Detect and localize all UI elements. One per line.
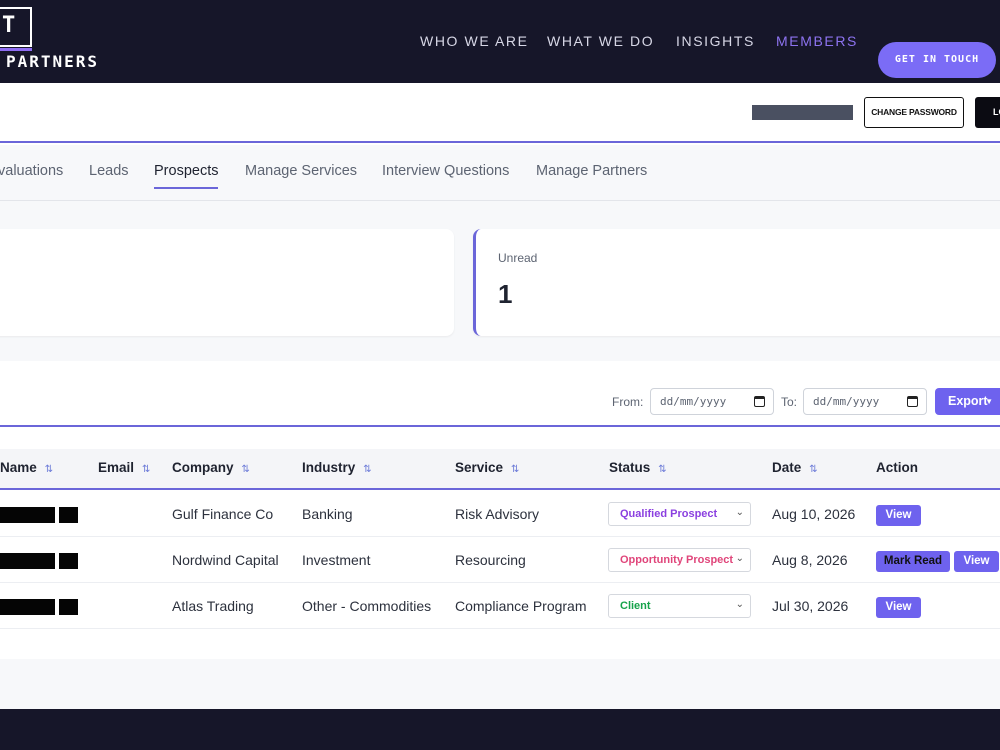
tab-interview-questions[interactable]: Interview Questions [382, 163, 509, 179]
stat-card-unread: Unread 1 [473, 229, 1000, 336]
redacted-name [0, 599, 55, 615]
from-date-input[interactable]: dd/mm/yyyy [650, 388, 774, 415]
column-industry[interactable]: Industry ⇅ [302, 460, 372, 475]
sort-icon[interactable]: ⇅ [809, 464, 817, 475]
column-name[interactable]: Name ⇅ [0, 460, 53, 475]
filter-bar: From: dd/mm/yyyy To: dd/mm/yyyy Export ▼ [0, 361, 1000, 427]
to-date-placeholder: dd/mm/yyyy [813, 395, 880, 408]
to-date-input[interactable]: dd/mm/yyyy [803, 388, 927, 415]
tab-manage-services[interactable]: Manage Services [245, 163, 357, 179]
caret-down-icon: ▼ [985, 397, 993, 406]
date-cell: Jul 30, 2026 [772, 598, 849, 614]
stat-card-total [0, 229, 454, 336]
nav-members[interactable]: MEMBERS [776, 33, 858, 49]
industry-cell: Other - Commodities [302, 598, 432, 614]
site-header: T PARTNERS WHO WE ARE WHAT WE DO INSIGHT… [0, 0, 1000, 83]
status-value: Opportunity Prospect [620, 554, 734, 566]
nav-insights[interactable]: INSIGHTS [676, 33, 755, 49]
sort-icon[interactable]: ⇅ [242, 464, 250, 475]
get-in-touch-button[interactable]: GET IN TOUCH [878, 42, 996, 78]
status-value: Client [620, 600, 651, 612]
view-button[interactable]: View [954, 551, 999, 572]
table-header: Name ⇅ Email ⇅ Company ⇅ Industry ⇅ Service ⇅… [0, 449, 1000, 490]
sort-icon[interactable]: ⇅ [363, 464, 371, 475]
status-value: Qualified Prospect [620, 508, 718, 520]
table-row: Nordwind Capital Investment Resourcing O… [0, 537, 1000, 583]
mark-read-button[interactable]: Mark Read [876, 551, 950, 572]
view-button[interactable]: View [876, 505, 921, 526]
date-cell: Aug 10, 2026 [772, 506, 856, 522]
service-cell: Risk Advisory [455, 506, 540, 522]
change-password-button[interactable]: CHANGE PASSWORD [864, 97, 964, 128]
column-email[interactable]: Email ⇅ [98, 460, 150, 475]
from-label: From: [612, 395, 644, 409]
export-label: Export [948, 394, 988, 408]
sort-icon[interactable]: ⇅ [511, 464, 519, 475]
column-status[interactable]: Status ⇅ [609, 460, 667, 475]
chevron-down-icon: ⌄ [735, 599, 744, 610]
tab-manage-partners[interactable]: Manage Partners [536, 163, 647, 179]
column-company[interactable]: Company ⇅ [172, 460, 250, 475]
status-select[interactable]: Opportunity Prospect ⌄ [608, 548, 751, 572]
table-row: Atlas Trading Other - Commodities Compli… [0, 583, 1000, 629]
redacted-name [59, 553, 78, 569]
company-cell: Gulf Finance Co [172, 506, 274, 522]
column-name-label: Name [0, 460, 37, 475]
sort-icon[interactable]: ⇅ [45, 464, 53, 475]
redacted-username [752, 105, 853, 120]
from-date-placeholder: dd/mm/yyyy [660, 395, 727, 408]
tab-bar: valuations Leads Prospects Manage Servic… [0, 145, 1000, 201]
industry-cell: Investment [302, 552, 371, 568]
company-cell: Nordwind Capital [172, 552, 279, 568]
calendar-icon[interactable] [754, 396, 765, 407]
column-email-label: Email [98, 460, 135, 475]
unread-count: 1 [498, 279, 513, 309]
chevron-down-icon: ⌄ [735, 553, 744, 564]
column-service[interactable]: Service ⇅ [455, 460, 519, 475]
site-footer [0, 709, 1000, 750]
export-button[interactable]: Export ▼ [935, 388, 1000, 415]
service-cell: Resourcing [455, 552, 526, 568]
sort-icon[interactable]: ⇅ [658, 464, 666, 475]
column-action: Action [876, 460, 918, 475]
column-date-label: Date [772, 460, 802, 475]
redacted-name [0, 507, 55, 523]
unread-label: Unread [498, 251, 538, 265]
main-nav: WHO WE ARE WHAT WE DO INSIGHTS MEMBERS [0, 33, 1000, 53]
column-service-label: Service [455, 460, 504, 475]
company-cell: Atlas Trading [172, 598, 254, 614]
column-date[interactable]: Date ⇅ [772, 460, 818, 475]
main-content: Unread 1 From: dd/mm/yyyy To: dd/mm/yyyy… [0, 201, 1000, 709]
column-status-label: Status [609, 460, 651, 475]
tab-leads[interactable]: Leads [89, 163, 129, 179]
to-label: To: [781, 395, 798, 409]
redacted-name [59, 599, 78, 615]
date-cell: Aug 8, 2026 [772, 552, 848, 568]
tab-evaluations[interactable]: valuations [0, 163, 63, 179]
column-industry-label: Industry [302, 460, 356, 475]
chevron-down-icon: ⌄ [735, 507, 744, 518]
service-cell: Compliance Program [455, 598, 587, 614]
column-company-label: Company [172, 460, 234, 475]
calendar-icon[interactable] [907, 396, 918, 407]
view-button[interactable]: View [876, 597, 921, 618]
status-select[interactable]: Client ⌄ [608, 594, 751, 618]
nav-what-we-do[interactable]: WHAT WE DO [547, 33, 654, 49]
logo-text[interactable]: PARTNERS [6, 52, 99, 71]
redacted-name [59, 507, 78, 523]
nav-who-we-are[interactable]: WHO WE ARE [420, 33, 529, 49]
table-row: Gulf Finance Co Banking Risk Advisory Qu… [0, 491, 1000, 537]
tab-prospects[interactable]: Prospects [154, 163, 219, 189]
industry-cell: Banking [302, 506, 353, 522]
user-bar: CHANGE PASSWORD LO [0, 83, 1000, 143]
sort-icon[interactable]: ⇅ [142, 464, 150, 475]
status-select[interactable]: Qualified Prospect ⌄ [608, 502, 751, 526]
prospects-table-panel: From: dd/mm/yyyy To: dd/mm/yyyy Export ▼… [0, 361, 1000, 659]
redacted-name [0, 553, 55, 569]
logout-button[interactable]: LO [975, 97, 1000, 128]
